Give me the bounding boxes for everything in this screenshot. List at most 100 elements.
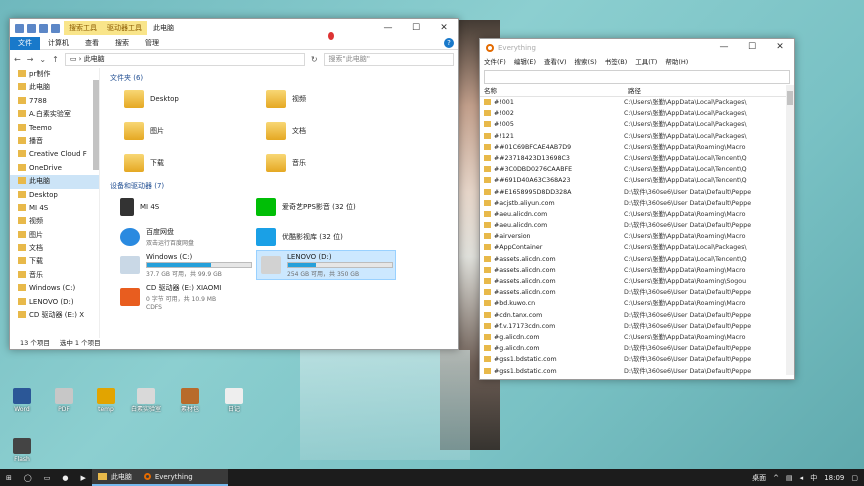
close-icon[interactable]: ✕ [430, 19, 458, 37]
sidebar-item[interactable]: OneDrive [10, 162, 99, 175]
result-row[interactable]: #assets.alicdn.com C:\Users\张勤\AppData\Ro… [480, 276, 794, 287]
desktop-icon[interactable]: Flash [2, 438, 42, 463]
folder-item[interactable]: 视频 [266, 86, 306, 112]
media-icon[interactable]: ▶ [74, 469, 91, 486]
result-row[interactable]: #!002 C:\Users\张勤\AppData\Local\Packages\ [480, 108, 794, 119]
undo-icon[interactable] [51, 23, 60, 33]
chevron-down-icon[interactable]: ⌄ [39, 55, 46, 64]
sidebar-item[interactable]: Creative Cloud F [10, 148, 99, 161]
result-row[interactable]: #acjstb.aliyun.com D:\软件\360se6\User Data… [480, 198, 794, 209]
task-view-icon[interactable]: ▭ [38, 469, 57, 486]
result-row[interactable]: #!121 C:\Users\张勤\AppData\Local\Packages\ [480, 131, 794, 142]
clock[interactable]: 18:09 [824, 474, 844, 482]
result-row[interactable]: #gss1.bdstatic.com D:\软件\360se6\User Data… [480, 354, 794, 365]
tab-file[interactable]: 文件 [10, 36, 40, 50]
result-row[interactable]: #gss1.bdstatic.com D:\软件\360se6\User Data… [480, 366, 794, 377]
chevron-up-icon[interactable]: ^ [773, 474, 779, 482]
desktop-icon[interactable]: Word [2, 388, 42, 413]
everything-titlebar[interactable]: Everything — ☐ ✕ [480, 39, 794, 56]
address-bar[interactable]: ▭ › 此电脑 [64, 52, 305, 66]
result-row[interactable]: ##01C69BFCAE4AB7D9 C:\Users\张勤\AppData\Ro… [480, 142, 794, 153]
sidebar-item[interactable]: 7788 [10, 95, 99, 108]
tab-manage[interactable]: 管理 [137, 37, 167, 50]
folder-item[interactable]: 音乐 [266, 150, 306, 176]
sidebar-item[interactable]: CD 驱动器 (E:) X [10, 309, 99, 322]
result-row[interactable]: #!005 C:\Users\张勤\AppData\Local\Packages\ [480, 119, 794, 130]
menu-item[interactable]: 帮助(H) [661, 56, 692, 68]
results-scrollbar[interactable] [786, 85, 794, 375]
device-item[interactable]: 优酷影视库 (32 位) [256, 224, 343, 250]
sidebar-item[interactable]: 音乐 [10, 269, 99, 282]
navigation-pane[interactable]: pr制作此电脑 7788 A.白素实验室 Teemo 播音 Creative Cloud … [10, 68, 100, 338]
menu-item[interactable]: 编辑(E) [510, 56, 540, 68]
forward-icon[interactable]: → [27, 55, 34, 64]
scroll-thumb[interactable] [787, 91, 793, 105]
result-row[interactable]: #f.v.17173cdn.com D:\软件\360se6\User Data\… [480, 321, 794, 332]
taskbar-item-explorer[interactable]: 此电脑 [91, 469, 138, 486]
device-item[interactable]: MI 4S [120, 194, 159, 220]
result-row[interactable]: #g.alicdn.com D:\软件\360se6\User Data\Defa… [480, 343, 794, 354]
result-row[interactable]: #AppContainer C:\Users\张勤\AppData\Local\P… [480, 242, 794, 253]
tab-search[interactable]: 搜索 [107, 37, 137, 50]
search-tools-tab[interactable]: 搜索工具 [64, 21, 102, 35]
help-icon[interactable]: ? [444, 38, 454, 48]
result-row[interactable]: #assets.alicdn.com C:\Users\张勤\AppData\Ro… [480, 265, 794, 276]
column-path[interactable]: 路径 [624, 86, 794, 96]
sidebar-item[interactable]: Windows (C:) [10, 282, 99, 295]
drive-tools-tab[interactable]: 驱动器工具 [102, 21, 147, 35]
tab-computer[interactable]: 计算机 [40, 37, 77, 50]
drive-c[interactable]: Windows (C:) 37.7 GB 可用，共 99.9 GB [120, 252, 252, 278]
menu-item[interactable]: 搜索(S) [571, 56, 601, 68]
device-item[interactable]: 爱奇艺PPS影音 (32 位) [256, 194, 356, 220]
sidebar-item[interactable]: 下载 [10, 255, 99, 268]
result-row[interactable]: #cdn.tanx.com D:\软件\360se6\User Data\Defa… [480, 310, 794, 321]
sidebar-item[interactable]: Teemo [10, 122, 99, 135]
folders-header[interactable]: 文件夹 (6) [106, 72, 458, 84]
result-row[interactable]: #assets.alicdn.com C:\Users\张勤\AppData\Lo… [480, 254, 794, 265]
sidebar-item[interactable]: 视频 [10, 215, 99, 228]
column-name[interactable]: 名称 [480, 86, 624, 96]
network-icon[interactable]: ▤ [786, 474, 793, 482]
browser-icon[interactable]: ● [56, 469, 74, 486]
menu-item[interactable]: 书签(B) [601, 56, 632, 68]
sidebar-item[interactable]: 播音 [10, 135, 99, 148]
up-icon[interactable]: ↑ [52, 55, 59, 64]
result-row[interactable]: #g.alicdn.com C:\Users\张勤\AppData\Roaming… [480, 332, 794, 343]
desktop-icon[interactable]: 日记 [214, 388, 254, 413]
devices-header[interactable]: 设备和驱动器 (7) [106, 180, 458, 192]
device-item[interactable]: 百度网盘 双击运行百度网盘 [120, 224, 194, 250]
folder-icon[interactable] [39, 23, 48, 33]
explorer-titlebar[interactable]: 搜索工具 驱动器工具 此电脑 — ☐ ✕ [10, 19, 458, 37]
everything-window[interactable]: Everything — ☐ ✕ 文件(F) 编辑(E) 查看(V) 搜索(S) 书签(… [479, 38, 795, 380]
sidebar-item[interactable]: MI 4S [10, 202, 99, 215]
nav-scrollbar[interactable] [93, 80, 99, 170]
result-row[interactable]: ##3C0DBD0276CAABFE C:\Users\张勤\AppData\Lo… [480, 164, 794, 175]
folder-item[interactable]: 图片 [124, 118, 164, 144]
result-row[interactable]: #assets.alicdn.com D:\软件\360se6\User Data… [480, 287, 794, 298]
sidebar-item[interactable]: pr制作 [10, 68, 99, 81]
refresh-icon[interactable]: ↻ [311, 55, 318, 64]
result-row[interactable]: ##E1658995D8DD328A D:\软件\360se6\User Data… [480, 187, 794, 198]
menu-item[interactable]: 文件(F) [480, 56, 510, 68]
notification-icon[interactable]: ▢ [851, 474, 858, 482]
search-input[interactable] [484, 70, 790, 84]
drive-d[interactable]: LENOVO (D:) 254 GB 可用，共 350 GB [256, 250, 396, 280]
result-row[interactable]: #aeu.alicdn.com C:\Users\张勤\AppData\Roami… [480, 209, 794, 220]
sidebar-item[interactable]: LENOVO (D:) [10, 296, 99, 309]
search-icon[interactable]: ◯ [18, 469, 38, 486]
checkmark-icon[interactable] [27, 23, 36, 33]
desktop-icon[interactable]: 素材包 [170, 388, 210, 413]
properties-icon[interactable] [15, 23, 24, 33]
search-input[interactable]: 搜索"此电脑" [323, 52, 454, 66]
result-row[interactable]: #!001 C:\Users\张勤\AppData\Local\Packages\ [480, 97, 794, 108]
start-icon[interactable]: ⊞ [0, 469, 18, 486]
close-icon[interactable]: ✕ [766, 39, 794, 56]
desktop-label[interactable]: 桌面 [752, 473, 766, 483]
maximize-icon[interactable]: ☐ [402, 19, 430, 37]
sidebar-item[interactable]: A.白素实验室 [10, 108, 99, 121]
tab-view[interactable]: 查看 [77, 37, 107, 50]
back-icon[interactable]: ← [14, 55, 21, 64]
taskbar-item-everything[interactable]: Everything [137, 469, 228, 486]
result-row[interactable]: ##691D40A63C368A23 C:\Users\张勤\AppData\Lo… [480, 175, 794, 186]
sidebar-item[interactable]: 此电脑 [10, 175, 99, 189]
